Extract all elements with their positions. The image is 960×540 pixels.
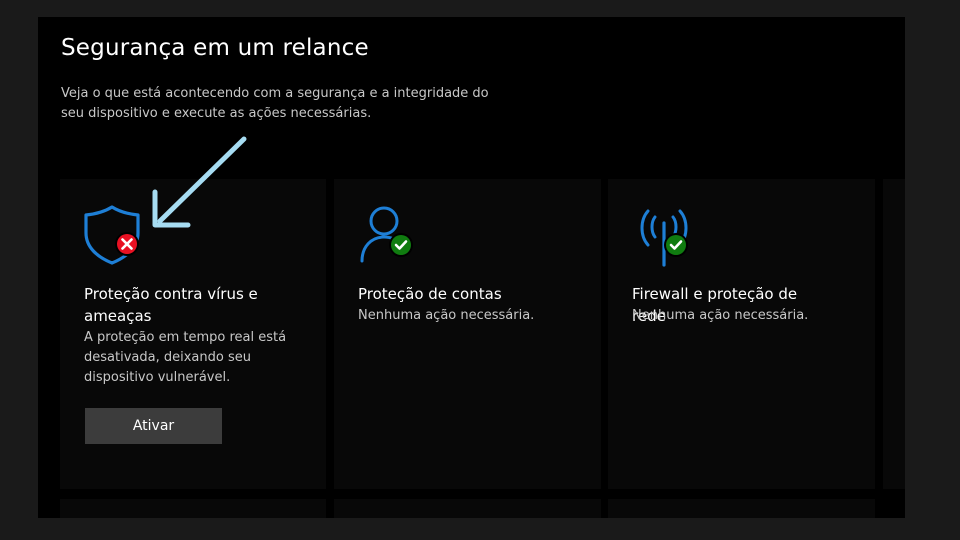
- check-badge-icon: [664, 233, 688, 257]
- card-row2: [60, 499, 326, 518]
- card-partial: [883, 179, 905, 489]
- shield-icon: [84, 205, 140, 265]
- check-badge-icon: [389, 233, 413, 257]
- card-title: Proteção contra vírus e ameaças: [84, 285, 258, 325]
- card-status-text: Nenhuma ação necessária.: [358, 308, 535, 323]
- card-virus-threat-protection[interactable]: Proteção contra vírus e ameaças A proteç…: [60, 179, 326, 489]
- error-badge-icon: [115, 232, 139, 256]
- card-account-protection[interactable]: Proteção de contas Nenhuma ação necessár…: [334, 179, 601, 489]
- card-row2: [334, 499, 601, 518]
- security-window: Segurança em um relance Veja o que está …: [38, 17, 905, 518]
- wifi-antenna-icon: [640, 209, 688, 267]
- page-title: Segurança em um relance: [61, 35, 369, 61]
- page-description: Veja o que está acontecendo com a segura…: [61, 86, 489, 121]
- person-icon: [360, 206, 413, 263]
- card-status-text: A proteção em tempo real está desativada…: [84, 330, 287, 385]
- card-firewall-network-protection[interactable]: Firewall e proteção de rede Nenhuma ação…: [608, 179, 875, 489]
- activate-button[interactable]: Ativar: [85, 408, 222, 444]
- card-title: Proteção de contas: [358, 285, 502, 303]
- card-status-text: Nenhuma ação necessária.: [632, 308, 809, 323]
- card-row2: [608, 499, 875, 518]
